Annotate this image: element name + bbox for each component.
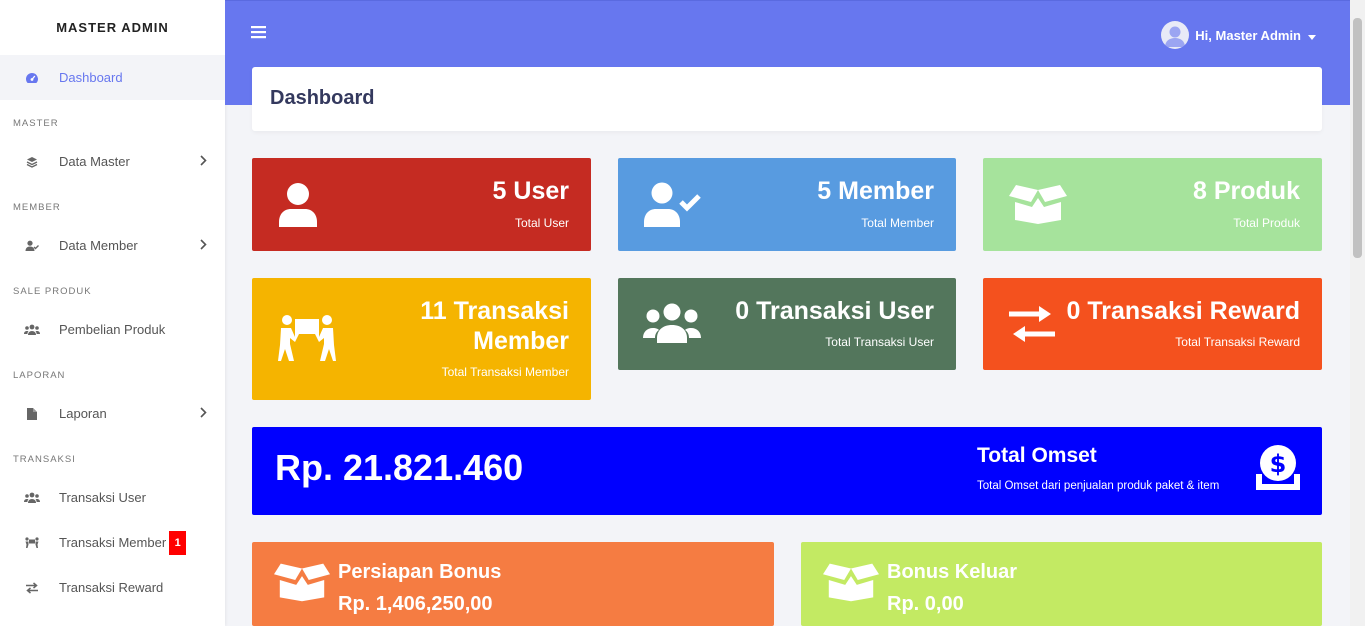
- bonus-card-keluar[interactable]: Bonus Keluar Rp. 0,00: [801, 542, 1322, 626]
- nav-section-member: MEMBER: [13, 202, 61, 213]
- sidebar-item-label: Laporan: [59, 406, 107, 421]
- sidebar-item-label: Data Member: [59, 238, 138, 253]
- box-open-icon: [1009, 182, 1067, 229]
- stat-value: 0 Transaksi Reward: [1066, 297, 1300, 325]
- people-carry-icon: [278, 315, 336, 366]
- nav-section-transaksi: TRANSAKSI: [13, 454, 76, 465]
- layers-icon: [24, 154, 40, 170]
- box-open-icon: [823, 560, 879, 607]
- sidebar-item-laporan[interactable]: Laporan: [0, 391, 225, 436]
- brand-title[interactable]: MASTER ADMIN: [0, 0, 225, 55]
- stat-label: Total Produk: [1233, 216, 1300, 230]
- sidebar-item-dashboard[interactable]: Dashboard: [0, 55, 225, 100]
- box-open-icon: [274, 560, 330, 607]
- chevron-right-icon: [200, 154, 207, 169]
- stat-label: Total Transaksi Member: [441, 365, 569, 379]
- stat-card-transaksi-member[interactable]: 11 Transaksi Member Total Transaksi Memb…: [252, 278, 591, 400]
- omset-title: Total Omset: [977, 444, 1097, 467]
- stat-card-produk[interactable]: 8 Produk Total Produk: [983, 158, 1322, 251]
- omset-amount: Rp. 21.821.460: [275, 447, 524, 488]
- tachometer-icon: [24, 70, 40, 86]
- sidebar-item-label: Dashboard: [59, 70, 123, 85]
- sidebar-item-label: Transaksi Reward: [59, 580, 164, 595]
- notification-badge: 1: [169, 530, 187, 555]
- sidebar-item-transaksi-member[interactable]: Transaksi Member 1: [0, 520, 225, 565]
- user-check-icon: [644, 182, 702, 232]
- hand-holding-usd-icon: $: [1254, 444, 1302, 497]
- stat-label: Total Transaksi User: [825, 335, 934, 349]
- sidebar-item-transaksi-user[interactable]: Transaksi User: [0, 475, 225, 520]
- user-check-icon: [24, 238, 40, 254]
- stat-card-transaksi-user[interactable]: 0 Transaksi User Total Transaksi User: [618, 278, 956, 370]
- sidebar-item-pembelian-produk[interactable]: Pembelian Produk: [0, 307, 225, 352]
- stat-value: 5 Member: [817, 177, 934, 205]
- hamburger-menu-icon[interactable]: [251, 25, 267, 44]
- nav-section-master: MASTER: [13, 118, 59, 129]
- bonus-value: Rp. 0,00: [887, 593, 964, 615]
- scrollbar-thumb[interactable]: [1353, 18, 1362, 258]
- sidebar-item-data-master[interactable]: Data Master: [0, 139, 225, 184]
- chevron-right-icon: [200, 406, 207, 421]
- sidebar-item-label: Transaksi Member: [59, 535, 167, 550]
- exchange-icon: [1009, 305, 1055, 348]
- page-title: Dashboard: [270, 87, 375, 109]
- sidebar-item-label: Pembelian Produk: [59, 322, 166, 337]
- stat-card-user[interactable]: 5 User Total User: [252, 158, 591, 251]
- stat-label: Total Transaksi Reward: [1175, 335, 1300, 349]
- bonus-value: Rp. 1,406,250,00: [338, 593, 493, 615]
- nav-section-sale-produk: SALE PRODUK: [13, 286, 92, 297]
- sidebar-item-label: Transaksi User: [59, 490, 146, 505]
- exchange-icon: [24, 580, 40, 596]
- file-icon: [24, 406, 40, 422]
- page-header: Dashboard: [252, 67, 1322, 131]
- bonus-title: Bonus Keluar: [887, 561, 1018, 583]
- stat-value: 8 Produk: [1193, 177, 1300, 205]
- nav-section-laporan: LAPORAN: [13, 370, 66, 381]
- scrollbar[interactable]: [1350, 0, 1365, 626]
- omset-subtitle: Total Omset dari penjualan produk paket …: [977, 480, 1220, 492]
- caret-down-icon: [1308, 28, 1316, 43]
- sidebar-item-transaksi-reward[interactable]: Transaksi Reward: [0, 565, 225, 610]
- stat-card-transaksi-reward[interactable]: 0 Transaksi Reward Total Transaksi Rewar…: [983, 278, 1322, 370]
- stat-value: 5 User: [492, 177, 569, 205]
- user-menu[interactable]: Hi, Master Admin: [1161, 21, 1316, 49]
- bonus-title: Persiapan Bonus: [338, 561, 502, 583]
- users-icon: [643, 303, 701, 348]
- user-greeting: Hi, Master Admin: [1195, 27, 1301, 43]
- stat-label: Total Member: [861, 216, 934, 230]
- sidebar: MASTER ADMIN Dashboard MASTER Data Maste…: [0, 0, 225, 626]
- stat-label: Total User: [514, 216, 569, 230]
- stat-value: 0 Transaksi User: [735, 297, 934, 325]
- stat-value-line: 11 Transaksi: [420, 297, 569, 325]
- user-icon: [278, 182, 318, 232]
- chevron-right-icon: [200, 238, 207, 253]
- users-icon: [24, 490, 40, 506]
- bonus-card-persiapan[interactable]: Persiapan Bonus Rp. 1,406,250,00: [252, 542, 774, 626]
- people-carry-icon: [24, 535, 40, 551]
- sidebar-item-label: Data Master: [59, 154, 130, 169]
- stat-value-line: Member: [473, 327, 569, 355]
- total-omset-card[interactable]: Rp. 21.821.460 Total Omset Total Omset d…: [252, 427, 1322, 515]
- stat-card-member[interactable]: 5 Member Total Member: [618, 158, 956, 251]
- stat-value: 11 Transaksi Member: [420, 296, 569, 356]
- avatar: [1161, 21, 1190, 49]
- users-icon: [24, 322, 40, 338]
- sidebar-item-data-member[interactable]: Data Member: [0, 223, 225, 268]
- svg-text:$: $: [1270, 450, 1287, 478]
